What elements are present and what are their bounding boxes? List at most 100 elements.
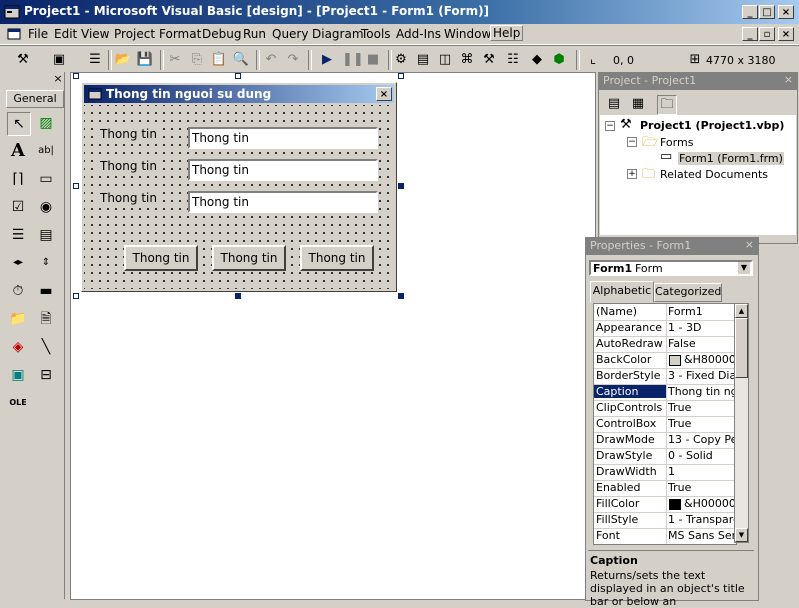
cut-icon[interactable]: ✂ bbox=[166, 51, 184, 69]
label2[interactable]: Thong tin bbox=[98, 159, 159, 173]
property-value[interactable]: 1 - 3D bbox=[668, 321, 734, 334]
find-icon[interactable]: 🔍 bbox=[232, 51, 250, 69]
property-value[interactable]: 1 bbox=[668, 465, 734, 478]
selection-handle[interactable] bbox=[398, 73, 404, 79]
property-row[interactable]: BackColor&H800000 bbox=[594, 352, 736, 369]
dirlistbox-tool-icon[interactable]: 📁 bbox=[7, 308, 29, 330]
tab-categorized[interactable]: Categorized bbox=[654, 283, 722, 302]
close-button[interactable]: × bbox=[778, 5, 794, 19]
property-row[interactable]: Font MS Sans Serif bbox=[594, 528, 736, 544]
chevron-down-icon[interactable]: ▼ bbox=[738, 262, 750, 274]
selection-handle[interactable] bbox=[73, 73, 79, 79]
filelistbox-tool-icon[interactable]: 🗎 bbox=[35, 308, 57, 330]
hscrollbar-tool-icon[interactable]: ◂▸ bbox=[7, 252, 29, 274]
form1-window[interactable]: Thong tin nguoi su dung × Thong tin Thon… bbox=[81, 82, 397, 292]
property-row[interactable]: ControlBox True bbox=[594, 416, 736, 433]
undo-icon[interactable]: ↶ bbox=[262, 51, 280, 69]
data-view-icon[interactable]: ☷ bbox=[504, 51, 522, 69]
property-value[interactable]: &H800000 bbox=[684, 353, 734, 366]
command2-button[interactable]: Thong tin bbox=[212, 245, 286, 271]
timer-tool-icon[interactable]: ⏱ bbox=[7, 280, 29, 302]
property-row[interactable]: Enabled True bbox=[594, 480, 736, 497]
shape-tool-icon[interactable]: ◈ bbox=[7, 336, 29, 358]
text3[interactable]: Thong tin bbox=[188, 191, 378, 213]
property-value[interactable]: &H000000 bbox=[684, 497, 734, 510]
menu-format[interactable]: Format bbox=[159, 27, 201, 41]
label-tool-icon[interactable]: A bbox=[7, 140, 29, 162]
form-layout-icon[interactable]: ◫ bbox=[436, 51, 454, 69]
object-selector-dropdown[interactable]: Form1 Form ▼ bbox=[589, 260, 753, 276]
toolbox-icon[interactable]: ⚒ bbox=[480, 51, 498, 69]
menu-editor-icon[interactable]: ☰ bbox=[86, 51, 104, 69]
property-row[interactable]: FillColor&H000000 bbox=[594, 496, 736, 513]
label3[interactable]: Thong tin bbox=[98, 191, 159, 205]
project-root-node[interactable]: Project1 (Project1.vbp) bbox=[640, 119, 784, 132]
toggle-folders-icon[interactable]: 🗀 bbox=[657, 95, 677, 115]
project-explorer-close-button[interactable]: × bbox=[784, 73, 793, 86]
related-documents-node[interactable]: Related Documents bbox=[660, 168, 768, 181]
menu-file[interactable]: File bbox=[28, 27, 48, 41]
property-row[interactable]: FillStyle 1 - Transpare bbox=[594, 512, 736, 529]
selection-handle[interactable] bbox=[235, 73, 241, 79]
property-value[interactable]: True bbox=[668, 401, 734, 414]
property-value[interactable]: 13 - Copy Pen bbox=[668, 433, 734, 446]
property-row[interactable]: (Name) Form1 bbox=[594, 304, 736, 321]
selection-handle[interactable] bbox=[73, 293, 79, 299]
line-tool-icon[interactable]: ╲ bbox=[35, 336, 57, 358]
commandbutton-tool-icon[interactable]: ▭ bbox=[35, 168, 57, 190]
text2[interactable]: Thong tin bbox=[188, 159, 378, 181]
menu-tools[interactable]: Tools bbox=[361, 27, 391, 41]
visual-component-manager-icon[interactable]: ◆ bbox=[528, 51, 546, 69]
menu-project[interactable]: Project bbox=[114, 27, 155, 41]
add-form-icon[interactable]: ▣ bbox=[50, 51, 68, 69]
property-row[interactable]: DrawStyle 0 - Solid bbox=[594, 448, 736, 465]
expand-icon[interactable]: + bbox=[627, 169, 637, 179]
textbox-tool-icon[interactable]: ab| bbox=[35, 140, 57, 162]
selection-handle[interactable] bbox=[235, 293, 241, 299]
selection-handle[interactable] bbox=[398, 293, 404, 299]
property-row[interactable]: AutoRedraw False bbox=[594, 336, 736, 353]
combobox-tool-icon[interactable]: ☰ bbox=[7, 224, 29, 246]
view-object-icon[interactable]: ▦ bbox=[629, 95, 647, 113]
child-window-icon[interactable] bbox=[6, 26, 22, 42]
properties-window-icon[interactable]: ▤ bbox=[414, 51, 432, 69]
frame-tool-icon[interactable]: ⌈⌉ bbox=[7, 168, 29, 190]
property-value[interactable]: MS Sans Serif bbox=[668, 529, 734, 542]
end-icon[interactable]: ■ bbox=[364, 51, 382, 69]
view-code-icon[interactable]: ▤ bbox=[605, 95, 623, 113]
menu-query[interactable]: Query bbox=[272, 27, 308, 41]
menu-addins[interactable]: Add-Ins bbox=[396, 27, 441, 41]
property-value[interactable]: Form1 bbox=[668, 305, 734, 318]
selection-handle[interactable] bbox=[73, 183, 79, 189]
object-browser-icon[interactable]: ⌘ bbox=[458, 51, 476, 69]
form1-node[interactable]: Form1 (Form1.frm) bbox=[678, 152, 784, 165]
property-row[interactable]: Appearance 1 - 3D bbox=[594, 320, 736, 337]
child-close-button[interactable]: × bbox=[778, 27, 794, 41]
property-row[interactable]: DrawMode 13 - Copy Pen bbox=[594, 432, 736, 449]
copy-icon[interactable]: ⎘ bbox=[188, 51, 206, 69]
forms-folder-node[interactable]: Forms bbox=[660, 136, 693, 149]
listbox-tool-icon[interactable]: ▤ bbox=[35, 224, 57, 246]
menu-diagram[interactable]: Diagram bbox=[312, 27, 364, 41]
property-value[interactable]: Thong tin ngu bbox=[668, 385, 734, 398]
menu-edit[interactable]: Edit bbox=[54, 27, 77, 41]
paste-icon[interactable]: 📋 bbox=[210, 51, 228, 69]
menu-window[interactable]: Window bbox=[444, 27, 491, 41]
toolbox-tab-general[interactable]: General bbox=[6, 90, 64, 108]
minimize-button[interactable]: _ bbox=[742, 5, 758, 19]
save-project-icon[interactable]: 💾 bbox=[136, 51, 154, 69]
property-row[interactable]: DrawWidth 1 bbox=[594, 464, 736, 481]
menu-debug[interactable]: Debug bbox=[202, 27, 241, 41]
start-icon[interactable]: ▶ bbox=[318, 51, 336, 69]
component-gallery-icon[interactable]: ⬢ bbox=[550, 51, 568, 69]
child-restore-button[interactable]: ▫ bbox=[759, 27, 775, 41]
property-row[interactable]: BorderStyle 3 - Fixed Dial bbox=[594, 368, 736, 385]
property-value[interactable]: 0 - Solid bbox=[668, 449, 734, 462]
selection-handle[interactable] bbox=[398, 183, 404, 189]
property-value[interactable]: True bbox=[668, 417, 734, 430]
collapse-icon[interactable]: − bbox=[605, 121, 615, 131]
checkbox-tool-icon[interactable]: ☑ bbox=[7, 196, 29, 218]
maximize-button[interactable]: □ bbox=[759, 5, 775, 19]
command1-button[interactable]: Thong tin bbox=[124, 245, 198, 271]
property-value[interactable]: 1 - Transpare bbox=[668, 513, 734, 526]
